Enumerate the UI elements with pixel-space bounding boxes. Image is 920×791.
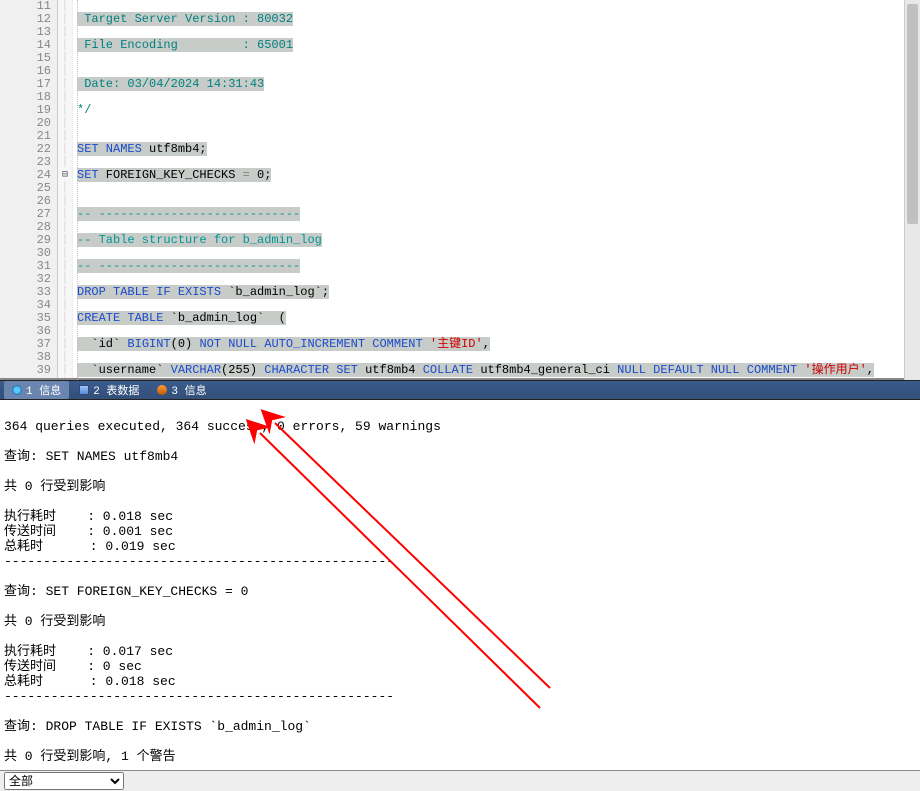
info-icon xyxy=(12,385,22,395)
timing-line: 执行耗时 : 0.017 sec xyxy=(4,644,173,659)
code-line: -- ---------------------------- xyxy=(77,259,300,273)
tab-info-1[interactable]: 1 信息 xyxy=(4,381,69,399)
timing-line: 总耗时 : 0.019 sec xyxy=(4,539,176,554)
editor-scrollbar[interactable] xyxy=(904,0,920,380)
code-area[interactable]: Target Server Version : 80032 File Encod… xyxy=(73,0,920,378)
query-label: 查询: DROP TABLE IF EXISTS `b_admin_log` xyxy=(4,719,311,734)
separator: ----------------------------------------… xyxy=(4,554,394,569)
tab-label: 2 表数据 xyxy=(93,382,139,398)
code-editor[interactable]: 1112131415161718192021222324252627282930… xyxy=(0,0,920,380)
summary-line: 364 queries executed, 364 success, 0 err… xyxy=(4,419,441,434)
footer-bar: 全部 xyxy=(0,770,920,791)
query-label: 查询: SET NAMES utf8mb4 xyxy=(4,449,178,464)
tab-table-data[interactable]: 2 表数据 xyxy=(71,381,147,399)
rows-affected: 共 0 行受到影响, 1 个警告 xyxy=(4,749,176,764)
code-line: Date: 03/04/2024 14:31:43 xyxy=(77,77,264,91)
query-label: 查询: SET FOREIGN_KEY_CHECKS = 0 xyxy=(4,584,248,599)
code-line: */ xyxy=(77,103,91,117)
code-line: Target Server Version : 80032 xyxy=(77,12,293,26)
tab-label: 3 信息 xyxy=(171,382,206,398)
rows-affected: 共 0 行受到影响 xyxy=(4,479,105,494)
table-icon xyxy=(79,385,89,395)
message-icon xyxy=(157,385,167,395)
filter-select[interactable]: 全部 xyxy=(4,772,124,790)
timing-line: 传送时间 : 0 sec xyxy=(4,659,142,674)
code-line: -- ---------------------------- xyxy=(77,207,300,221)
separator: ----------------------------------------… xyxy=(4,689,394,704)
tab-label: 1 信息 xyxy=(26,382,61,398)
timing-line: 传送时间 : 0.001 sec xyxy=(4,524,173,539)
timing-line: 总耗时 : 0.018 sec xyxy=(4,674,176,689)
output-tabs: 1 信息 2 表数据 3 信息 xyxy=(0,380,920,400)
tab-info-3[interactable]: 3 信息 xyxy=(149,381,214,399)
fold-column: │││││││││││││⊟││││││││││││││││ xyxy=(58,0,73,378)
rows-affected: 共 0 行受到影响 xyxy=(4,614,105,629)
line-gutter: 1112131415161718192021222324252627282930… xyxy=(0,0,58,378)
code-line: File Encoding : 65001 xyxy=(77,38,293,52)
code-line: -- Table structure for b_admin_log xyxy=(77,233,322,247)
output-console[interactable]: 364 queries executed, 364 success, 0 err… xyxy=(0,400,920,770)
timing-line: 执行耗时 : 0.018 sec xyxy=(4,509,173,524)
